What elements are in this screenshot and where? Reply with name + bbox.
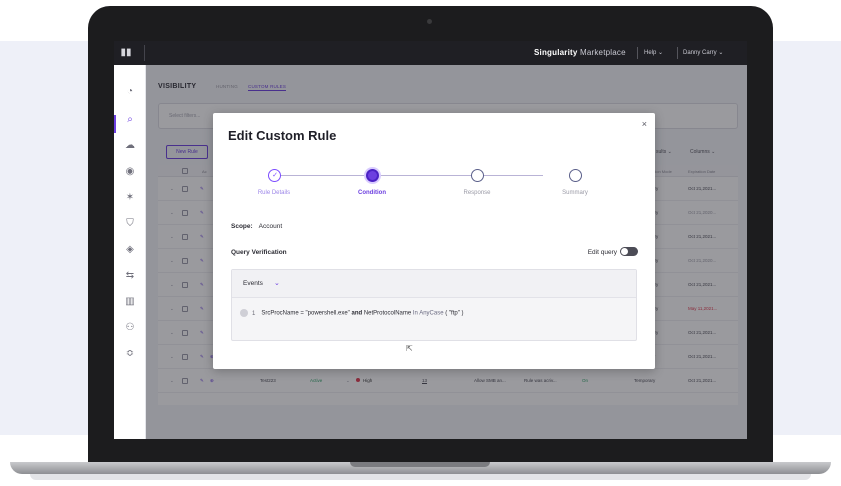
network-icon[interactable]: ◈ — [122, 243, 138, 257]
close-icon[interactable]: × — [642, 119, 647, 129]
chevron-down-icon: ⌄ — [658, 50, 664, 56]
chart-icon[interactable]: ▥ — [122, 295, 138, 309]
step-rule-details[interactable]: ✓ — [268, 169, 281, 182]
star-icon[interactable]: ✶ — [122, 191, 138, 205]
query-field-2: NetProtocolName — [363, 310, 412, 317]
step-summary[interactable] — [569, 169, 582, 182]
laptop-screen: ▮▮ Singularity Marketplace Help ⌄ Danny … — [114, 41, 747, 439]
scope-value: Account — [258, 223, 283, 230]
step-label-rule-details[interactable]: Rule Details — [234, 190, 314, 196]
user-label: Danny Carry — [683, 50, 717, 56]
brand-light: Marketplace — [579, 48, 626, 57]
query-value-2: ( "ftp" ) — [445, 310, 464, 317]
help-label: Help — [644, 50, 657, 56]
brand-name: Singularity Marketplace — [534, 48, 626, 57]
shield-icon[interactable]: ⛉ — [122, 217, 138, 231]
step-label-response[interactable]: Response — [437, 190, 517, 196]
step-condition[interactable] — [366, 169, 379, 182]
sidebar: ◔ ⌕ ☁ ◉ ✶ ⛉ ◈ ⇆ ▥ ⚇ ≎ — [114, 65, 146, 439]
signal-icon[interactable]: ◉ — [122, 165, 138, 179]
edit-custom-rule-modal: × Edit Custom Rule ✓ Rule Details Condit… — [213, 113, 655, 369]
topbar-divider — [677, 47, 678, 59]
query-line[interactable]: 1 SrcProcName = "powershell.exe" and NetP… — [240, 309, 464, 317]
topbar-divider — [637, 47, 638, 59]
search-icon[interactable]: ⌕ — [122, 113, 138, 127]
cloud-icon[interactable]: ☁ — [122, 139, 138, 153]
dashboard-icon[interactable]: ◔ — [122, 85, 138, 99]
chevron-down-icon: ⌄ — [718, 50, 724, 56]
sidebar-active-indicator — [114, 115, 116, 133]
step-label-summary[interactable]: Summary — [535, 190, 615, 196]
query-conjunction: and — [349, 310, 364, 317]
help-menu[interactable]: Help ⌄ — [644, 49, 663, 56]
logo-divider — [144, 45, 145, 61]
edit-query-label: Edit query — [587, 249, 617, 256]
events-dropdown-label[interactable]: Events — [243, 280, 263, 287]
laptop-camera — [427, 19, 432, 24]
toggle-knob — [621, 248, 628, 255]
step-label-condition[interactable]: Condition — [332, 190, 412, 196]
app-topbar: ▮▮ Singularity Marketplace Help ⌄ Danny … — [114, 41, 747, 65]
query-keyword: In AnyCase — [411, 310, 446, 317]
query-op-1: = — [298, 310, 306, 317]
line-status-dot — [240, 309, 248, 317]
modal-title: Edit Custom Rule — [228, 128, 337, 143]
brand-strong: Singularity — [534, 48, 578, 57]
query-field-1: SrcProcName — [261, 310, 299, 317]
query-verification-label: Query Verification — [231, 249, 287, 256]
chevron-down-icon[interactable]: ⌄ — [274, 279, 280, 287]
user-menu[interactable]: Danny Carry ⌄ — [683, 49, 723, 56]
scope-key: Scope: — [231, 223, 253, 230]
sync-icon[interactable]: ⇆ — [122, 269, 138, 283]
stepper-line — [268, 175, 543, 176]
query-header: Events ⌄ — [232, 270, 636, 298]
line-number: 1 — [252, 310, 256, 317]
query-box: Events ⌄ 1 SrcProcName = "powershell.exe"… — [231, 269, 637, 341]
settings-icon[interactable]: ≎ — [122, 347, 138, 361]
stage: ▮▮ Singularity Marketplace Help ⌄ Danny … — [0, 0, 841, 486]
check-icon: ✓ — [272, 172, 278, 179]
laptop-shadow — [30, 474, 811, 480]
app-logo-icon[interactable]: ▮▮ — [120, 47, 132, 59]
edit-query-toggle[interactable] — [620, 247, 638, 256]
mouse-cursor-icon: ⇱ — [406, 344, 413, 353]
step-response[interactable] — [471, 169, 484, 182]
user-icon[interactable]: ⚇ — [122, 321, 138, 335]
laptop-notch — [350, 462, 490, 467]
scope-row: Scope: Account — [231, 223, 282, 230]
query-value-1: "powershell.exe" — [305, 310, 350, 317]
